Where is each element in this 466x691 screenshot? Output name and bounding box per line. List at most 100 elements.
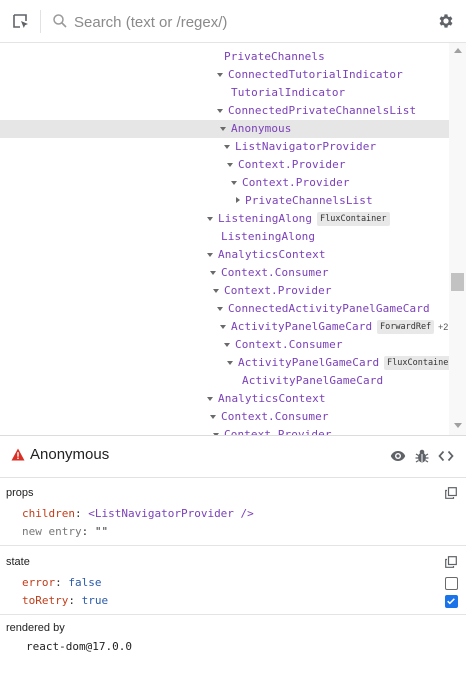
tree-row[interactable]: ListeningAlong FluxContainer xyxy=(0,210,449,228)
component-name: Anonymous xyxy=(231,122,292,135)
new-entry-value[interactable]: "" xyxy=(95,525,108,538)
select-element-icon[interactable] xyxy=(12,13,30,31)
collapse-arrow-icon[interactable] xyxy=(227,163,233,167)
tree-row[interactable]: TutorialIndicator xyxy=(0,84,449,102)
gear-icon[interactable] xyxy=(437,12,455,30)
state-key: toRetry xyxy=(22,594,69,607)
prop-key: children xyxy=(22,507,75,520)
state-entry-row[interactable]: error: false xyxy=(22,576,102,589)
component-name: ConnectedActivityPanelGameCard xyxy=(228,302,430,315)
tree-row[interactable]: ConnectedPrivateChannelsList xyxy=(0,102,449,120)
tree-row[interactable]: ActivityPanelGameCard FluxContainer xyxy=(0,354,457,372)
state-colon: : xyxy=(55,576,69,589)
new-entry-colon: : xyxy=(81,525,95,538)
new-entry-key[interactable]: new entry xyxy=(22,525,82,538)
tree-row[interactable]: ListeningAlong xyxy=(0,228,449,246)
collapse-arrow-icon[interactable] xyxy=(227,361,233,365)
component-name: ActivityPanelGameCard xyxy=(238,356,380,369)
collapse-arrow-icon[interactable] xyxy=(220,325,226,329)
component-name: ActivityPanelGameCard xyxy=(231,320,373,333)
component-name: Context.Consumer xyxy=(221,266,329,279)
component-name: Context.Provider xyxy=(224,428,332,435)
view-source-icon[interactable] xyxy=(438,449,454,463)
tree-row[interactable]: Context.Provider xyxy=(0,426,449,435)
component-name: ActivityPanelGameCard xyxy=(242,374,384,387)
tree-row[interactable]: AnalyticsContext xyxy=(0,390,449,408)
props-section: props children: <ListNavigatorProvider /… xyxy=(0,479,466,546)
tree-row[interactable]: ActivityPanelGameCard ForwardRef +2 xyxy=(0,318,449,336)
inspected-element-header: Anonymous xyxy=(0,436,466,478)
hoc-badge: ForwardRef xyxy=(377,320,435,334)
bug-icon[interactable] xyxy=(415,448,429,464)
collapse-arrow-icon[interactable] xyxy=(217,73,223,77)
tree-row[interactable]: PrivateChannels xyxy=(0,48,449,66)
prop-value: <ListNavigatorProvider /> xyxy=(88,507,254,520)
component-name: AnalyticsContext xyxy=(218,248,326,261)
expand-arrow-icon[interactable] xyxy=(236,197,240,203)
state-checkbox[interactable] xyxy=(445,595,458,608)
copy-icon[interactable] xyxy=(445,487,457,499)
tree-row[interactable]: Context.Provider xyxy=(0,156,449,174)
tree-row[interactable]: ListNavigatorProvider xyxy=(0,138,449,156)
component-name: ConnectedPrivateChannelsList xyxy=(228,104,417,117)
tree-row[interactable]: Context.Consumer xyxy=(0,336,449,354)
component-tree[interactable]: PrivateChannels ConnectedTutorialIndicato… xyxy=(0,43,466,435)
renderer-name: react-dom@17.0.0 xyxy=(26,640,132,653)
state-entry-row[interactable]: toRetry: true xyxy=(22,594,108,607)
component-name: ListeningAlong xyxy=(221,230,316,243)
scroll-thumb[interactable] xyxy=(451,273,464,291)
state-value[interactable]: false xyxy=(68,576,101,589)
component-name: AnalyticsContext xyxy=(218,392,326,405)
search-input[interactable] xyxy=(74,10,414,34)
tree-row[interactable]: Anonymous xyxy=(0,120,449,138)
collapse-arrow-icon[interactable] xyxy=(220,127,226,131)
collapse-arrow-icon[interactable] xyxy=(213,289,219,293)
component-name: Context.Provider xyxy=(238,158,346,171)
tree-row[interactable]: Context.Provider xyxy=(0,174,449,192)
new-entry-row[interactable]: new entry: "" xyxy=(22,525,108,538)
copy-icon[interactable] xyxy=(445,556,457,568)
collapse-arrow-icon[interactable] xyxy=(207,253,213,257)
tree-row[interactable]: AnalyticsContext xyxy=(0,246,449,264)
search-icon xyxy=(53,14,67,28)
tree-row[interactable]: Context.Consumer xyxy=(0,264,449,282)
hoc-badge: FluxContainer xyxy=(317,212,390,226)
collapse-arrow-icon[interactable] xyxy=(210,415,216,419)
tree-row[interactable]: PrivateChannelsList xyxy=(0,192,449,210)
tree-scrollbar[interactable] xyxy=(449,43,466,435)
prop-children-row[interactable]: children: <ListNavigatorProvider /> xyxy=(22,507,254,520)
state-colon: : xyxy=(68,594,82,607)
tree-row[interactable]: ConnectedTutorialIndicator xyxy=(0,66,449,84)
scroll-up-arrow[interactable] xyxy=(454,48,462,53)
collapse-arrow-icon[interactable] xyxy=(210,271,216,275)
rendered-by-title: rendered by xyxy=(6,622,65,634)
component-name: ConnectedTutorialIndicator xyxy=(228,68,403,81)
component-name: Context.Consumer xyxy=(221,410,329,423)
component-name: PrivateChannelsList xyxy=(245,194,373,207)
collapse-arrow-icon[interactable] xyxy=(217,109,223,113)
collapse-arrow-icon[interactable] xyxy=(231,181,237,185)
checkmark-icon xyxy=(447,598,455,605)
component-name: TutorialIndicator xyxy=(231,86,346,99)
tree-row[interactable]: ConnectedActivityPanelGameCard xyxy=(0,300,449,318)
toolbar-divider xyxy=(40,10,41,33)
collapse-arrow-icon[interactable] xyxy=(207,397,213,401)
component-name: Context.Provider xyxy=(242,176,350,189)
collapse-arrow-icon[interactable] xyxy=(207,217,213,221)
component-name: ListNavigatorProvider xyxy=(235,140,377,153)
warning-icon xyxy=(11,448,25,461)
tree-row[interactable]: ActivityPanelGameCard xyxy=(0,372,449,390)
eye-icon[interactable] xyxy=(390,449,406,463)
collapse-arrow-icon[interactable] xyxy=(217,307,223,311)
collapse-arrow-icon[interactable] xyxy=(224,343,230,347)
props-title: props xyxy=(6,487,34,499)
state-value[interactable]: true xyxy=(82,594,109,607)
collapse-arrow-icon[interactable] xyxy=(224,145,230,149)
scroll-down-arrow[interactable] xyxy=(454,423,462,428)
search-bar xyxy=(0,0,466,43)
tree-row[interactable]: Context.Provider xyxy=(0,282,449,300)
tree-row[interactable]: Context.Consumer xyxy=(0,408,449,426)
state-section: state error: false toRetry: true xyxy=(0,546,466,615)
component-name: ListeningAlong xyxy=(218,212,313,225)
state-checkbox[interactable] xyxy=(445,577,458,590)
